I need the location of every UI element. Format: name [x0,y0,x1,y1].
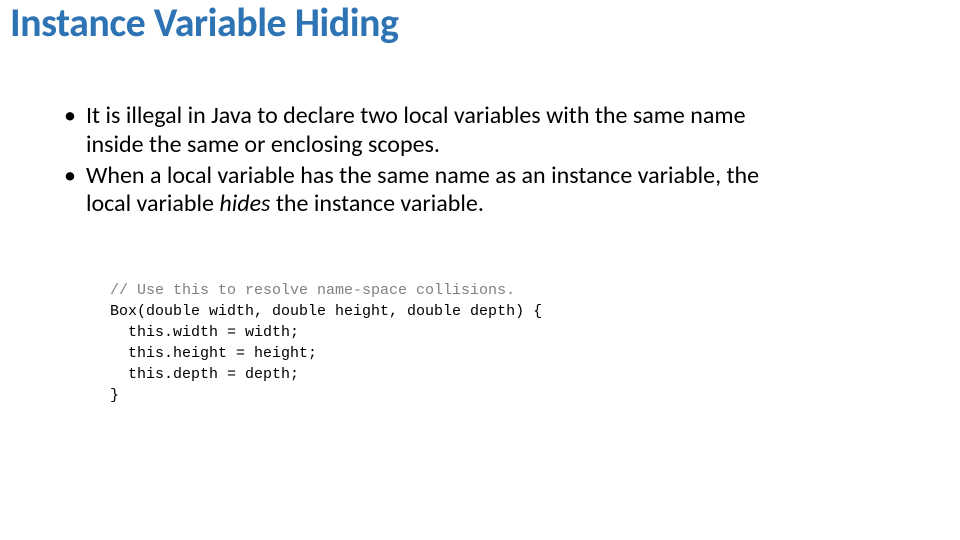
bullet-1-line2: inside the same or enclosing scopes. [86,130,440,159]
bullet-2-line1: When a local variable has the same name … [86,161,759,190]
code-line-4: this.height = height; [110,345,317,362]
slide-title: Instance Variable Hiding [10,2,398,44]
slide-body: It is illegal in Java to declare two loc… [62,102,902,221]
code-line-2: Box(double width, double height, double … [110,303,542,320]
code-line-6: } [110,387,119,404]
bullet-2-italic: hides [219,189,270,218]
code-snippet: // Use this to resolve name-space collis… [110,280,542,406]
bullet-1: It is illegal in Java to declare two loc… [62,102,902,160]
bullet-2-line2b: the instance variable. [270,189,484,218]
bullet-1-line1: It is illegal in Java to declare two loc… [86,101,746,130]
bullet-2: When a local variable has the same name … [62,162,902,220]
code-line-3: this.width = width; [110,324,299,341]
code-comment: // Use this to resolve name-space collis… [110,282,515,299]
bullet-2-line2a: local variable [86,189,219,218]
code-line-5: this.depth = depth; [110,366,299,383]
